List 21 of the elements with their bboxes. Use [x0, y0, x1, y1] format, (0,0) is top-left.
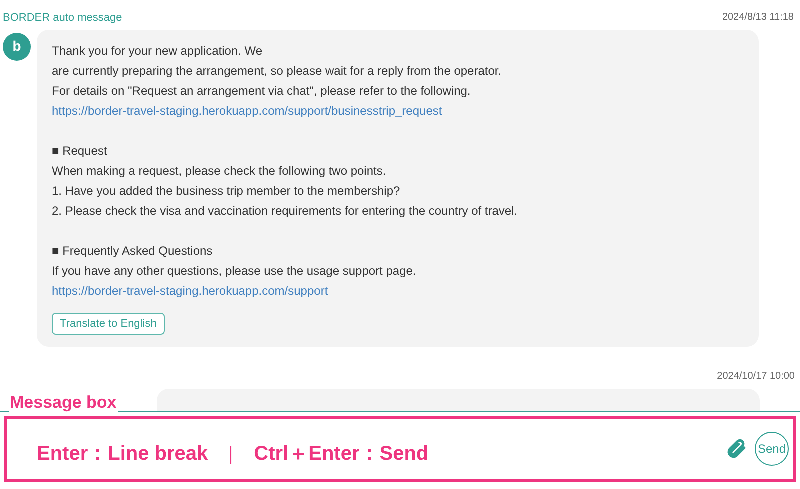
- message-line: If you have any other questions, please use the usage support page.: [52, 262, 418, 280]
- message-line: 2. Please check the visa and vaccination requirements for entering the country of travel.: [52, 202, 519, 220]
- message-line: For details on "Request an arrangement via chat", please refer to the following.: [52, 82, 472, 100]
- message-line: ■ Frequently Asked Questions: [52, 242, 214, 260]
- message-line: ■ Request: [52, 142, 108, 160]
- annotation-text: Enter：Line break: [37, 442, 208, 467]
- message-line: are currently preparing the arrangement, so please wait for a reply from the operator.: [52, 62, 503, 80]
- annotation-text: Ctrl＋Enter：Send: [254, 442, 429, 467]
- paperclip-icon[interactable]: [725, 437, 747, 461]
- message-line: 1. Have you added the business trip member to the membership?: [52, 182, 402, 200]
- annotation-text: ｜: [222, 442, 240, 466]
- message-line: Thank you for your new application. We: [52, 42, 264, 60]
- send-button[interactable]: Send: [755, 432, 789, 466]
- sender-name: BORDER auto message: [3, 11, 122, 26]
- translate-button[interactable]: Translate to English: [52, 312, 165, 335]
- timestamp: 2024/10/17 10:00: [717, 370, 795, 384]
- link[interactable]: https://border-travel-staging.herokuapp.com/support/businesstrip_request: [52, 100, 749, 120]
- message-line: When making a request, please check the following two points.: [52, 162, 388, 180]
- timestamp: 2024/8/13 11:18: [722, 11, 795, 25]
- link[interactable]: https://border-travel-staging.herokuapp.com/support: [52, 280, 749, 300]
- avatar: b: [3, 32, 31, 60]
